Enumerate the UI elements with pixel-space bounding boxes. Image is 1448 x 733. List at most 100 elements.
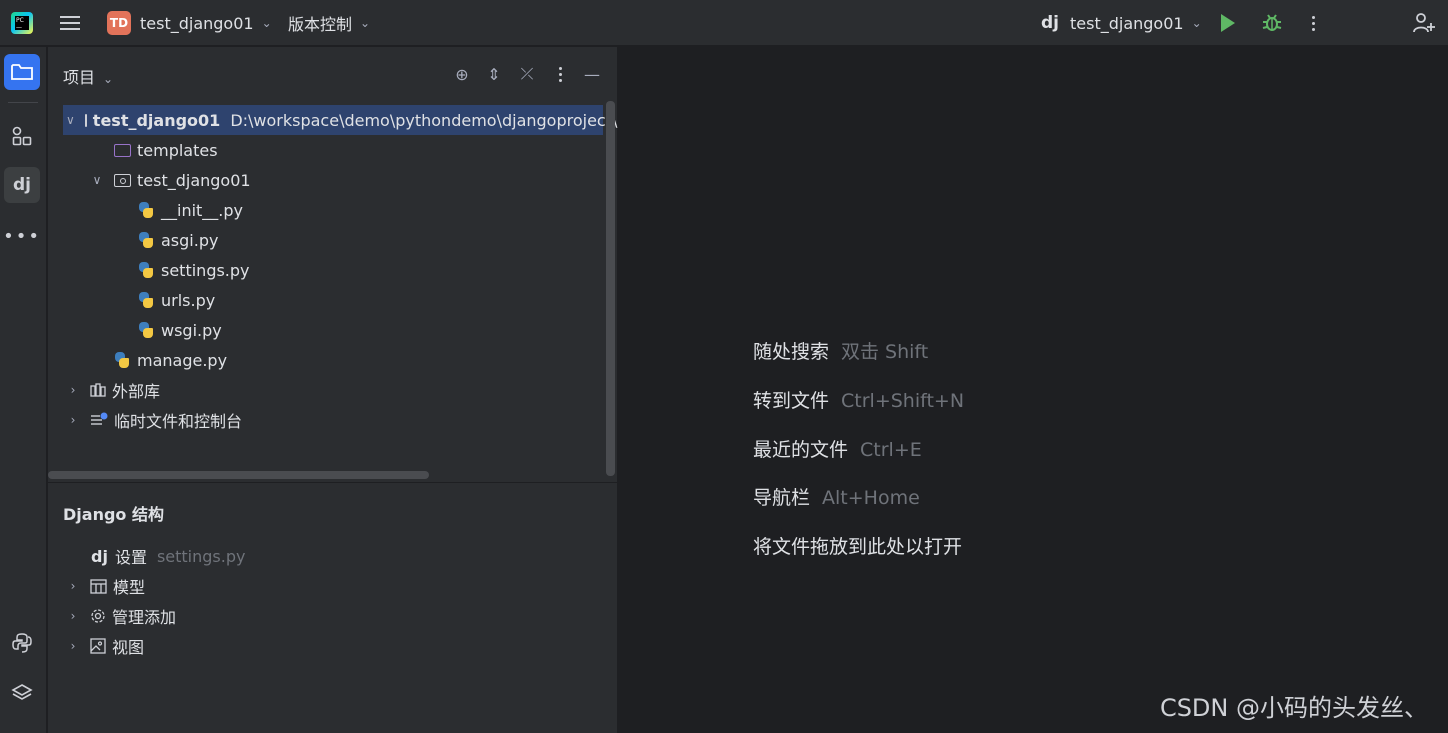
tree-item-label: 外部库 bbox=[112, 382, 161, 401]
panel-title[interactable]: 项目 ⌄ bbox=[63, 64, 113, 88]
django-icon: dj bbox=[91, 546, 108, 566]
tree-item-scratches[interactable]: › 临时文件和控制台 bbox=[66, 405, 242, 435]
tree-item-label: test_django01 bbox=[137, 170, 251, 190]
chevron-right-icon: › bbox=[70, 609, 76, 623]
root-name: test_django01 bbox=[92, 110, 221, 130]
tool-window-strip: dj ••• bbox=[0, 47, 47, 733]
run-config-selector[interactable]: dj test_django01 ⌄ bbox=[1041, 0, 1202, 46]
django-tool-button[interactable]: dj bbox=[4, 167, 40, 203]
tree-item-templates[interactable]: templates bbox=[114, 135, 218, 165]
tree-item-label: settings.py bbox=[161, 260, 250, 280]
editor-area[interactable]: 随处搜索 双击 Shift 转到文件 Ctrl+Shift+N 最近的文件 Ctrl+… bbox=[619, 47, 1448, 733]
run-button[interactable] bbox=[1221, 0, 1235, 46]
root-path: D:\workspace\demo\pythondemo\djangoproje… bbox=[230, 110, 618, 130]
python-file-icon bbox=[137, 321, 155, 339]
folder-icon bbox=[11, 64, 33, 80]
hint-label: 导航栏 bbox=[753, 487, 811, 509]
python-console-button[interactable] bbox=[4, 625, 40, 661]
hint-recent-files: 最近的文件 Ctrl+E bbox=[753, 435, 922, 462]
django-views-item[interactable]: › 视图 bbox=[66, 631, 144, 661]
tree-item-label: 视图 bbox=[112, 638, 145, 657]
title-bar: PC — TD test_django01 ⌄ 版本控制 ⌄ dj test_dj… bbox=[0, 0, 1448, 46]
hint-label: 转到文件 bbox=[753, 390, 830, 412]
tree-item-file[interactable]: urls.py bbox=[137, 285, 215, 315]
pycharm-logo[interactable]: PC — bbox=[11, 0, 33, 46]
python-file-icon bbox=[137, 201, 155, 219]
tree-item-file[interactable]: __init__.py bbox=[137, 195, 243, 225]
tree-item-manage[interactable]: manage.py bbox=[113, 345, 227, 375]
project-tool-button[interactable] bbox=[4, 54, 40, 90]
minimize-icon[interactable]: — bbox=[581, 63, 603, 85]
tree-item-label: 临时文件和控制台 bbox=[114, 412, 243, 431]
folder-icon bbox=[84, 113, 87, 127]
run-icon bbox=[1221, 14, 1235, 32]
settings-label: 设置 bbox=[114, 548, 147, 567]
structure-tool-button[interactable] bbox=[4, 118, 40, 154]
strip-divider bbox=[8, 102, 38, 103]
chevron-right-icon: › bbox=[70, 383, 76, 397]
options-icon[interactable] bbox=[549, 63, 571, 85]
hint-label: 将文件拖放到此处以打开 bbox=[753, 536, 963, 558]
watermark: CSDN @小码的头发丝、 bbox=[1159, 694, 1428, 722]
django-settings-item[interactable]: dj 设置 settings.py bbox=[91, 541, 245, 571]
hint-shortcut: 双击 Shift bbox=[841, 341, 929, 363]
vertical-scrollbar[interactable] bbox=[606, 101, 615, 476]
tree-item-label: manage.py bbox=[137, 350, 228, 370]
bug-icon bbox=[1262, 14, 1282, 31]
more-tools-icon[interactable]: ••• bbox=[3, 218, 40, 254]
hint-shortcut: Ctrl+Shift+N bbox=[841, 390, 965, 412]
tree-item-label: __init__.py bbox=[161, 200, 244, 220]
collapse-all-icon[interactable]: ⤫ bbox=[516, 63, 538, 85]
folder-icon bbox=[114, 143, 131, 157]
panel-header: 项目 ⌄ ⊕ ⇕ ⤫ — bbox=[48, 47, 618, 101]
project-name: test_django01 bbox=[140, 13, 254, 33]
more-actions-icon[interactable] bbox=[1312, 0, 1315, 46]
tree-item-label: templates bbox=[137, 140, 218, 160]
layers-icon bbox=[11, 684, 33, 700]
package-folder-icon bbox=[114, 173, 131, 187]
tree-item-file[interactable]: wsgi.py bbox=[137, 315, 222, 345]
table-icon bbox=[90, 578, 107, 594]
tree-item-file[interactable]: settings.py bbox=[137, 255, 250, 285]
hint-goto-file: 转到文件 Ctrl+Shift+N bbox=[753, 386, 964, 413]
hint-label: 最近的文件 bbox=[753, 439, 849, 461]
hint-drop-files: 将文件拖放到此处以打开 bbox=[753, 532, 962, 559]
horizontal-scrollbar[interactable] bbox=[48, 471, 429, 479]
main-menu-icon[interactable] bbox=[58, 0, 82, 46]
vcs-menu[interactable]: 版本控制 ⌄ bbox=[288, 0, 370, 46]
chevron-right-icon: › bbox=[70, 639, 76, 653]
hint-search-everywhere: 随处搜索 双击 Shift bbox=[753, 337, 928, 364]
python-file-icon bbox=[137, 261, 155, 279]
tree-item-file[interactable]: asgi.py bbox=[137, 225, 218, 255]
image-icon bbox=[90, 638, 106, 654]
run-config-name: test_django01 bbox=[1070, 13, 1184, 33]
django-icon: dj bbox=[1041, 13, 1059, 33]
chevron-right-icon: › bbox=[70, 579, 76, 593]
panel-divider[interactable] bbox=[48, 482, 618, 483]
django-models-item[interactable]: › 模型 bbox=[66, 571, 145, 601]
tree-item-package[interactable]: ∨ test_django01 bbox=[90, 165, 251, 195]
tree-item-label: asgi.py bbox=[161, 230, 219, 250]
chevron-down-icon: ⌄ bbox=[261, 16, 272, 30]
tree-item-label: urls.py bbox=[161, 290, 216, 310]
debug-button[interactable] bbox=[1261, 0, 1283, 46]
tree-item-external-libs[interactable]: › 外部库 bbox=[66, 375, 160, 405]
project-switcher[interactable]: TD test_django01 ⌄ bbox=[107, 0, 272, 46]
scratches-icon bbox=[91, 412, 108, 425]
chevron-down-icon: ⌄ bbox=[360, 16, 371, 30]
structure-icon bbox=[12, 126, 32, 146]
services-button[interactable] bbox=[4, 675, 40, 711]
hint-navigation-bar: 导航栏 Alt+Home bbox=[753, 483, 920, 510]
chevron-down-icon: ⌄ bbox=[1191, 16, 1202, 30]
django-structure-title: Django 结构 bbox=[63, 505, 164, 524]
django-icon: dj bbox=[13, 175, 31, 195]
tree-root[interactable]: ∨ test_django01 D:\workspace\demo\python… bbox=[63, 105, 617, 135]
locate-icon[interactable]: ⊕ bbox=[451, 63, 473, 85]
hint-label: 随处搜索 bbox=[753, 341, 830, 363]
expand-all-icon[interactable]: ⇕ bbox=[483, 63, 505, 85]
python-file-icon bbox=[113, 351, 131, 369]
python-file-icon bbox=[137, 291, 155, 309]
add-user-icon[interactable] bbox=[1412, 0, 1436, 46]
django-admin-item[interactable]: › 管理添加 bbox=[66, 601, 176, 631]
project-badge: TD bbox=[107, 11, 131, 35]
